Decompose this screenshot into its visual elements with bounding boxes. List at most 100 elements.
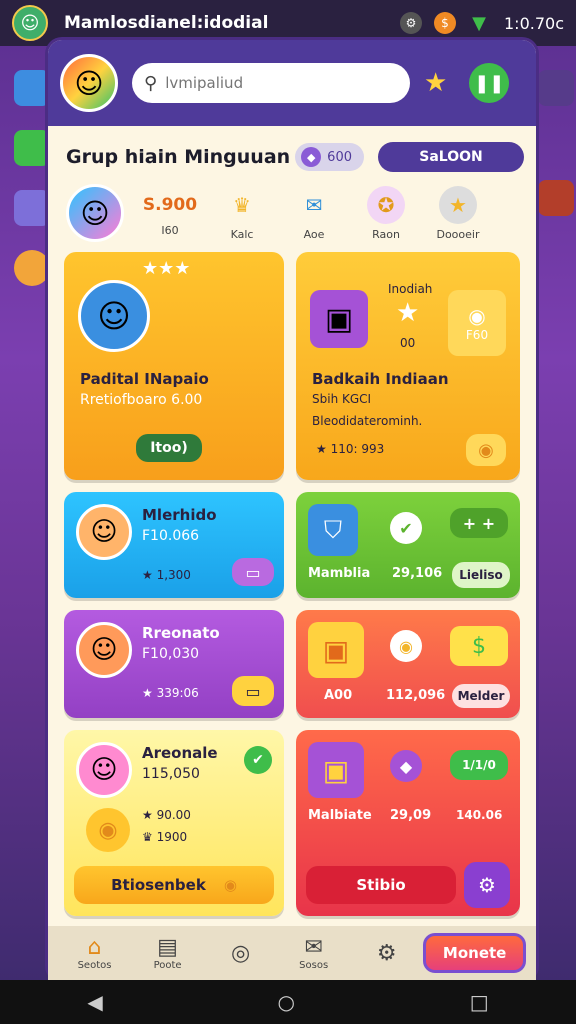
header-avatar[interactable]: ☺	[60, 54, 118, 112]
gift-box-icon: ▣	[308, 742, 364, 798]
stat-badge[interactable]: ★ Doooeir	[432, 185, 484, 241]
reward-card-a00[interactable]: ▣ ◉ $ A00 112,096 Melder	[296, 610, 520, 718]
coin-icon: ◉	[468, 304, 486, 328]
member-rating: ★ 110: 993	[316, 442, 385, 456]
member-sub: 115,050	[142, 766, 200, 782]
left-chat-button[interactable]	[14, 130, 50, 166]
member-rating: ★ 339:06	[142, 686, 199, 700]
stat-value: S.900	[142, 194, 198, 215]
stat-crown[interactable]: ♛ Kalc	[216, 186, 268, 241]
task-card-malbiate[interactable]: ▣ ◆ 1/1/0 Malbiate 29,09 140.06 Stibio ⚙	[296, 730, 520, 916]
stats-row: ☺ S.900 I60 ♛ Kalc ✉ Aoe ✪ Raon ★ Doooei…	[48, 172, 536, 242]
task-value-2: 140.06	[456, 808, 503, 822]
settings-icon[interactable]: ⚙	[400, 12, 422, 34]
gift-box-icon: ▣	[308, 622, 364, 678]
reward-button[interactable]: Melder	[452, 684, 510, 708]
member-rating: ★ 1,300	[142, 568, 191, 582]
member-action-button[interactable]: Itoo)	[136, 434, 202, 462]
stat-label: I60	[161, 223, 179, 237]
member-avatar: ☺	[76, 504, 132, 560]
status-title: Mamlosdianel:idodial	[64, 13, 269, 33]
home-circle-icon[interactable]: ○	[278, 990, 295, 1014]
recents-icon[interactable]: □	[470, 990, 489, 1014]
line-value: 1900	[156, 830, 188, 844]
bottom-card-button[interactable]: Btiosenbek ◉	[74, 866, 274, 904]
stat-label: Raon	[372, 227, 400, 241]
pause-button[interactable]: ❚❚	[469, 63, 510, 103]
task-button[interactable]: Stibio	[306, 866, 456, 904]
play-icon[interactable]: ✔	[390, 512, 422, 544]
stat-chat[interactable]: ✉ Aoe	[288, 186, 340, 241]
member-action-button[interactable]: ▭	[232, 558, 274, 586]
status-time: 1:0.70c	[504, 13, 564, 33]
left-face-button[interactable]	[14, 250, 50, 286]
task-card-mamblia[interactable]: ⛉ ✔ + + Mamblia 29,106 Lieliso	[296, 492, 520, 598]
member-name: Padital INapaio	[80, 370, 209, 388]
coin-icon: ◎	[231, 940, 251, 966]
member-name: Mlerhido	[142, 506, 217, 524]
right-plus-button[interactable]	[538, 70, 574, 106]
member-card-padital[interactable]: ☺ ★★★ Padital INapaio Rretiofboaro 6.00 …	[64, 252, 284, 480]
member-name: Badkaih Indiaan	[312, 370, 449, 388]
check-icon[interactable]: ✔	[244, 746, 272, 774]
nav-settings[interactable]: ⚙	[350, 941, 423, 966]
chat-icon: ✉	[305, 192, 323, 217]
coin-icon: ◉	[390, 630, 422, 662]
task-value: 29,09	[390, 808, 432, 823]
money-button[interactable]: Monete	[423, 933, 526, 973]
bottom-card-label: Btiosenbek	[111, 876, 206, 894]
nav-gift[interactable]: ✉ Sosos	[277, 935, 350, 971]
member-avatar: ☺	[76, 742, 132, 798]
dollar-icon[interactable]: $	[450, 626, 508, 666]
member-sub: Rretiofboaro 6.00	[80, 392, 203, 408]
gift-box-icon: ▣	[310, 290, 368, 348]
nav-coin[interactable]: ◎	[204, 941, 277, 966]
member-sub: F10,030	[142, 646, 200, 662]
home-icon: ⌂	[87, 935, 102, 960]
gem-icon: ◆	[301, 147, 322, 167]
nav-home[interactable]: ⌂ Seotos	[58, 935, 131, 971]
reward-value: 112,096	[386, 688, 446, 703]
stat-score: S.900 I60	[142, 190, 198, 237]
member-avatar: ☺	[76, 622, 132, 678]
search-input[interactable]	[165, 74, 386, 92]
user-avatar[interactable]: ☺	[12, 5, 48, 41]
stat-rank[interactable]: ✪ Raon	[360, 185, 412, 241]
member-card-mlerhido[interactable]: ☺ Mlerhido F10.066 ★ 1,300 ▭	[64, 492, 284, 598]
left-arrow-button[interactable]	[14, 70, 50, 106]
member-card-rreonato[interactable]: ☺ Rreonato F10,030 ★ 339:06 ▭	[64, 610, 284, 718]
card-badge-2: F60	[465, 328, 489, 342]
star-badge-icon: ★	[439, 185, 477, 224]
nav-label: Poote	[153, 960, 182, 971]
task-value: 29,106	[392, 566, 443, 581]
coin-action-button[interactable]: ◉	[466, 434, 506, 466]
member-sub: Sbih KGCI	[312, 392, 372, 406]
group-panel: ☺ ⚲ ★ ❚❚ Grup hiain Minguuan ◆ 600 SaLOO…	[48, 40, 536, 980]
stat-label: Kalc	[230, 227, 254, 241]
search-bar[interactable]: ⚲	[132, 63, 410, 103]
star-icon[interactable]: ★	[424, 68, 447, 98]
task-title: Malbiate	[308, 808, 372, 823]
rating-value: 110: 993	[330, 442, 385, 456]
season-button[interactable]: SaLOON	[378, 142, 524, 172]
task-badge[interactable]: 1/1/0	[450, 750, 508, 780]
task-title: Mamblia	[308, 566, 371, 581]
member-action-button[interactable]: ▭	[232, 676, 274, 706]
wifi-icon: ▼	[472, 12, 486, 34]
group-title: Grup hiain Minguuan	[66, 146, 291, 168]
star-icon: ★	[396, 298, 420, 328]
back-icon[interactable]: ◀	[87, 990, 102, 1014]
member-sub: F10.066	[142, 528, 200, 544]
crown-icon: ♛	[233, 192, 251, 217]
add-button[interactable]: + +	[450, 508, 508, 538]
settings-icon[interactable]: ⚙	[464, 862, 510, 908]
member-card-badkaih[interactable]: Inodiah ▣ ★ 00 ◉ F60 Badkaih Indiaan Sbi…	[296, 252, 520, 480]
left-discord-button[interactable]	[14, 190, 50, 226]
right-tools-button[interactable]	[538, 180, 574, 216]
shield-icon: ⛉	[308, 504, 358, 556]
member-card-areonale[interactable]: ☺ Areonale 115,050 ✔ ◉ ★ 90.00 ♛ 1900 Bt…	[64, 730, 284, 916]
profile-avatar[interactable]: ☺	[66, 184, 124, 242]
task-button[interactable]: Lieliso	[452, 562, 510, 588]
stat-label: Aoe	[303, 227, 325, 241]
nav-bucket[interactable]: ▤ Poote	[131, 935, 204, 971]
